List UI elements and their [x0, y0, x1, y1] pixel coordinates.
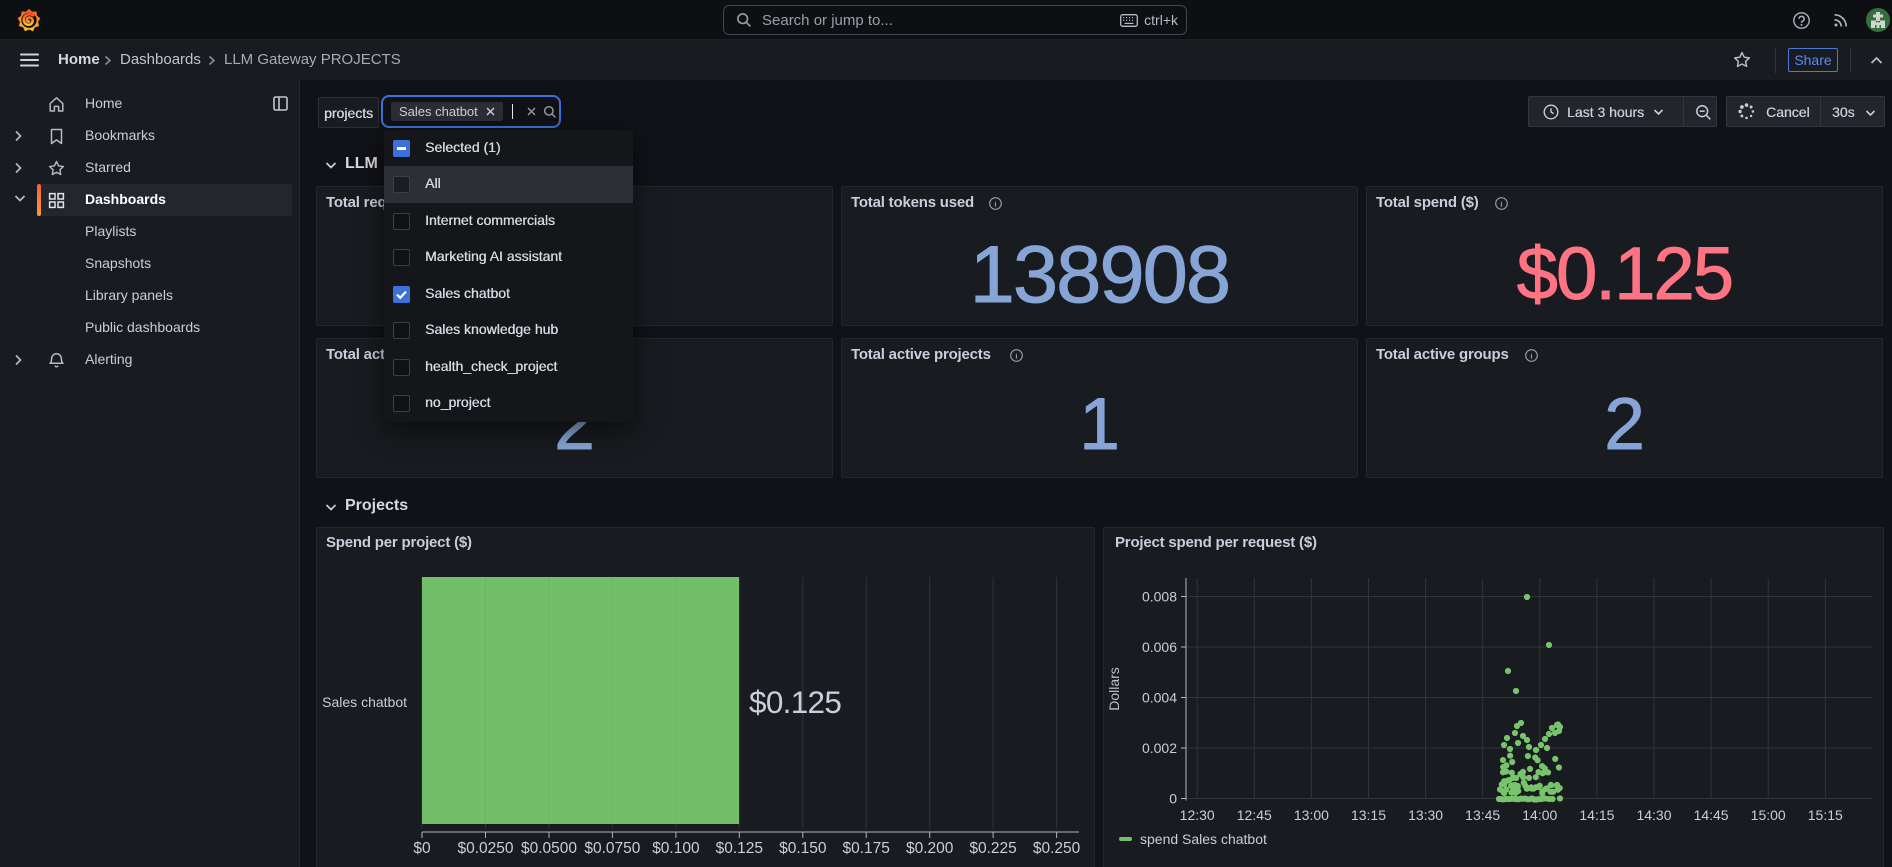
- svg-text:Dollars: Dollars: [1106, 667, 1122, 711]
- svg-text:0.006: 0.006: [1142, 639, 1177, 655]
- svg-text:$0.125: $0.125: [749, 684, 841, 720]
- svg-text:12:45: 12:45: [1237, 807, 1272, 823]
- svg-text:15:15: 15:15: [1808, 807, 1843, 823]
- svg-text:$0.175: $0.175: [842, 840, 889, 857]
- svg-text:$0.0500: $0.0500: [521, 840, 577, 857]
- svg-text:13:00: 13:00: [1294, 807, 1329, 823]
- svg-text:i: i: [1530, 352, 1533, 361]
- svg-text:13:15: 13:15: [1351, 807, 1386, 823]
- svg-text:$0.125: $0.125: [716, 840, 763, 857]
- svg-text:$0.100: $0.100: [652, 840, 700, 857]
- svg-text:$0.225: $0.225: [969, 840, 1016, 857]
- svg-text:spend Sales chatbot: spend Sales chatbot: [1140, 831, 1267, 847]
- svg-text:$0.150: $0.150: [779, 840, 827, 857]
- svg-text:13:30: 13:30: [1408, 807, 1443, 823]
- svg-text:14:45: 14:45: [1694, 807, 1729, 823]
- svg-text:14:30: 14:30: [1636, 807, 1671, 823]
- svg-text:0: 0: [1169, 791, 1177, 807]
- svg-text:0.002: 0.002: [1142, 740, 1177, 756]
- svg-text:15:00: 15:00: [1751, 807, 1786, 823]
- svg-text:0.004: 0.004: [1142, 690, 1177, 706]
- svg-text:12:30: 12:30: [1180, 807, 1215, 823]
- svg-text:$0.200: $0.200: [906, 840, 954, 857]
- svg-text:$0.0750: $0.0750: [584, 840, 640, 857]
- svg-text:i: i: [1015, 352, 1018, 361]
- svg-text:0.008: 0.008: [1142, 589, 1177, 605]
- svg-text:$0: $0: [413, 840, 431, 857]
- svg-text:i: i: [994, 200, 997, 209]
- svg-text:$0.250: $0.250: [1033, 840, 1081, 857]
- svg-text:Sales chatbot: Sales chatbot: [322, 694, 407, 710]
- svg-text:$0.0250: $0.0250: [457, 840, 513, 857]
- svg-text:14:15: 14:15: [1579, 807, 1614, 823]
- svg-text:14:00: 14:00: [1522, 807, 1557, 823]
- svg-text:i: i: [1500, 200, 1503, 209]
- svg-text:13:45: 13:45: [1465, 807, 1500, 823]
